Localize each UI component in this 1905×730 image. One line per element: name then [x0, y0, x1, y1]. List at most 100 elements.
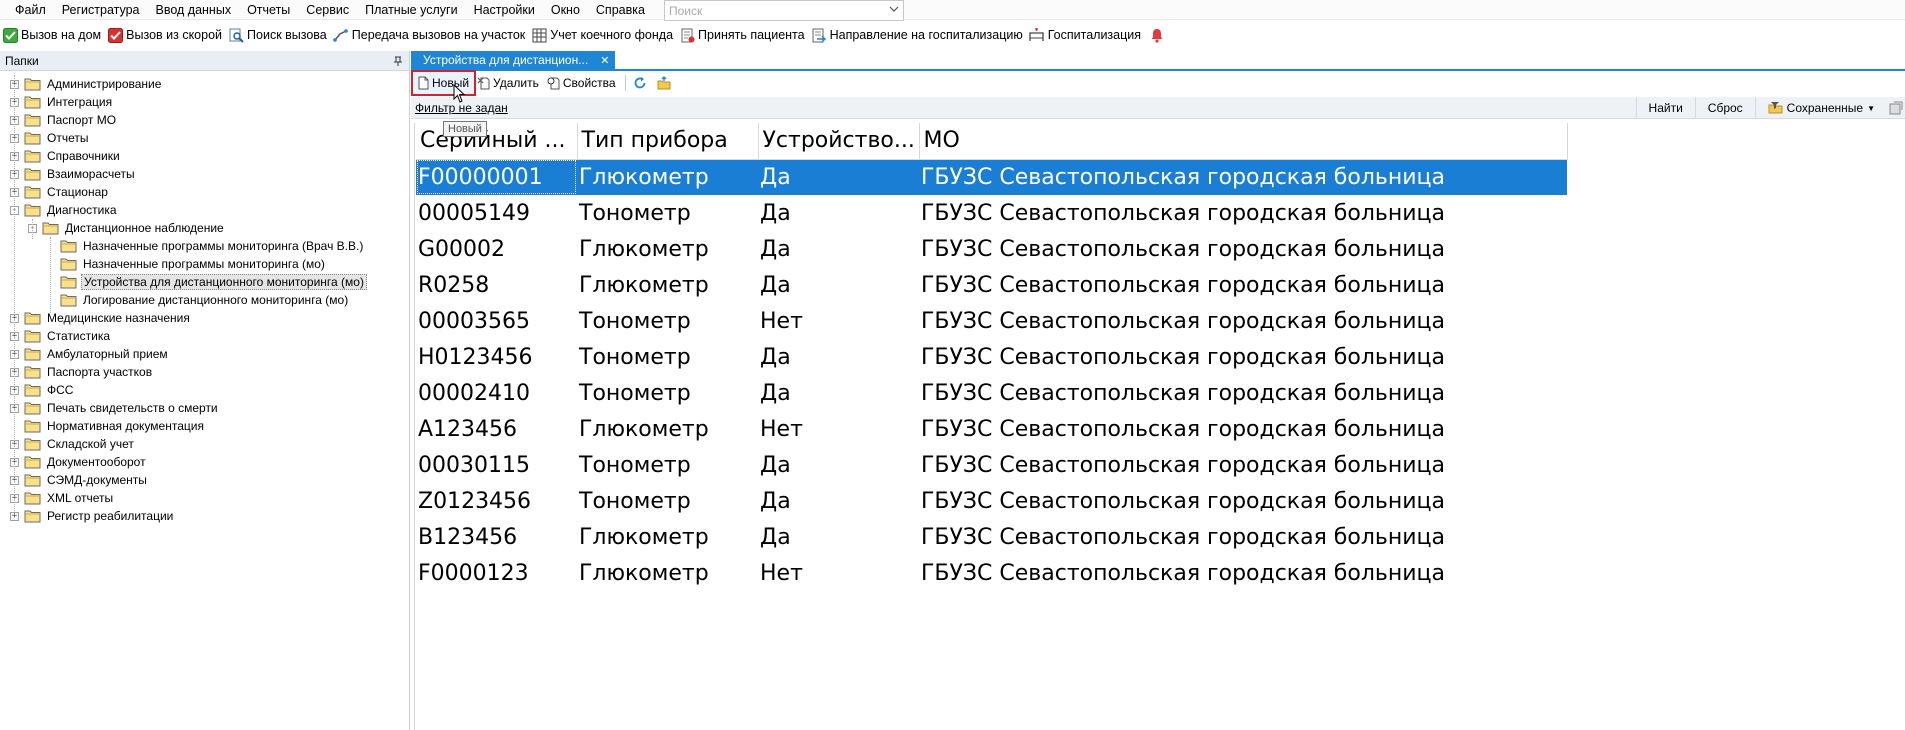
cell-serial[interactable]: A123456: [416, 411, 577, 447]
reset-button[interactable]: Сброс: [1694, 97, 1755, 119]
menu-help[interactable]: Справка: [588, 0, 653, 20]
cell-device-type[interactable]: Глюкометр: [577, 231, 758, 267]
table-row[interactable]: 00005149 Тонометр Да ГБУЗС Севастопольская …: [416, 195, 1567, 231]
cell-mo[interactable]: ГБУЗС Севастопольская городская больница: [919, 195, 1567, 231]
cell-device[interactable]: Да: [758, 483, 919, 519]
refresh-button[interactable]: [630, 72, 654, 94]
bed-fund-button[interactable]: Учет коечного фонда: [529, 24, 677, 46]
cell-device-type[interactable]: Тонометр: [577, 303, 758, 339]
menu-registry[interactable]: Регистратура: [54, 0, 148, 20]
home-call-button[interactable]: Вызов на дом: [0, 24, 105, 46]
cell-serial[interactable]: H0123456: [416, 339, 577, 375]
cell-mo[interactable]: ГБУЗС Севастопольская городская больница: [919, 411, 1567, 447]
cell-device[interactable]: Да: [758, 195, 919, 231]
export-button[interactable]: [654, 72, 678, 94]
cell-device[interactable]: Да: [758, 519, 919, 555]
cell-device-type[interactable]: Тонометр: [577, 375, 758, 411]
search-input[interactable]: [665, 1, 875, 20]
cell-mo[interactable]: ГБУЗС Севастопольская городская больница: [919, 447, 1567, 483]
cell-device[interactable]: Да: [758, 447, 919, 483]
folder-item[interactable]: + XML отчеты: [0, 489, 409, 507]
menu-paid-services[interactable]: Платные услуги: [357, 0, 465, 20]
cell-serial[interactable]: 00002410: [416, 375, 577, 411]
cell-mo[interactable]: ГБУЗС Севастопольская городская больница: [919, 339, 1567, 375]
menu-service[interactable]: Сервис: [298, 0, 357, 20]
cell-mo[interactable]: ГБУЗС Севастопольская городская больница: [919, 267, 1567, 303]
cell-device[interactable]: Да: [758, 159, 919, 195]
table-row[interactable]: R0258 Глюкометр Да ГБУЗС Севастопольская го…: [416, 267, 1567, 303]
folder-item[interactable]: + Отчеты: [0, 129, 409, 147]
cell-serial[interactable]: F0000123: [416, 555, 577, 591]
pin-icon[interactable]: [393, 56, 403, 66]
find-button[interactable]: Найти: [1635, 97, 1695, 119]
ambulance-call-button[interactable]: Вызов из скорой: [105, 24, 226, 46]
cell-device-type[interactable]: Тонометр: [577, 339, 758, 375]
menu-reports[interactable]: Отчеты: [239, 0, 298, 20]
folder-item[interactable]: Назначенные программы мониторинга (мо): [0, 255, 409, 273]
table-row[interactable]: Z0123456 Тонометр Да ГБУЗС Севастопольская …: [416, 483, 1567, 519]
folder-item[interactable]: + Складской учет: [0, 435, 409, 453]
column-header-mo[interactable]: МО: [919, 123, 1568, 160]
table-row[interactable]: 00002410 Тонометр Да ГБУЗС Севастопольская …: [416, 375, 1567, 411]
cell-device-type[interactable]: Глюкометр: [577, 267, 758, 303]
table-row[interactable]: B123456 Глюкометр Да ГБУЗС Севастопольская …: [416, 519, 1567, 555]
folder-item[interactable]: + Регистр реабилитации: [0, 507, 409, 525]
table-row[interactable]: H0123456 Тонометр Да ГБУЗС Севастопольская …: [416, 339, 1567, 375]
chevron-down-icon[interactable]: [889, 4, 899, 14]
cell-serial[interactable]: B123456: [416, 519, 577, 555]
folder-item[interactable]: + Взаиморасчеты: [0, 165, 409, 183]
menu-settings[interactable]: Настройки: [466, 0, 543, 20]
cell-serial[interactable]: 00005149: [416, 195, 577, 231]
table-row[interactable]: F0000123 Глюкометр Нет ГБУЗС Севастопольска…: [416, 555, 1567, 591]
cell-device[interactable]: Да: [758, 339, 919, 375]
cell-mo[interactable]: ГБУЗС Севастопольская городская больница: [919, 483, 1567, 519]
folder-item[interactable]: + Амбулаторный прием: [0, 345, 409, 363]
cell-device-type[interactable]: Тонометр: [577, 447, 758, 483]
folder-item[interactable]: - Дистанционное наблюдение: [0, 219, 409, 237]
cell-device[interactable]: Да: [758, 267, 919, 303]
column-header-device[interactable]: Устройство...: [758, 123, 920, 160]
delete-button[interactable]: Удалить: [474, 72, 544, 94]
folder-item[interactable]: Устройства для дистанционного мониторинг…: [0, 273, 409, 291]
cell-mo[interactable]: ГБУЗС Севастопольская городская больница: [919, 519, 1567, 555]
folder-item[interactable]: + Документооборот: [0, 453, 409, 471]
hospitalization-referral-button[interactable]: Направление на госпитализацию: [809, 24, 1027, 46]
cell-serial[interactable]: Z0123456: [416, 483, 577, 519]
cell-device[interactable]: Да: [758, 231, 919, 267]
cell-mo[interactable]: ГБУЗС Севастопольская городская больница: [919, 159, 1567, 195]
folder-item[interactable]: + Стационар: [0, 183, 409, 201]
cell-mo[interactable]: ГБУЗС Севастопольская городская больница: [919, 231, 1567, 267]
properties-button[interactable]: Свойства: [544, 72, 621, 94]
menu-data-entry[interactable]: Ввод данных: [148, 0, 240, 20]
cell-device[interactable]: Нет: [758, 411, 919, 447]
close-icon[interactable]: ✕: [600, 54, 609, 67]
cell-serial[interactable]: F00000001: [416, 159, 577, 195]
cell-mo[interactable]: ГБУЗС Севастопольская городская больница: [919, 555, 1567, 591]
folder-item[interactable]: + Медицинские назначения: [0, 309, 409, 327]
cell-device-type[interactable]: Глюкометр: [577, 159, 758, 195]
accept-patient-button[interactable]: Принять пациента: [677, 24, 809, 46]
folder-item[interactable]: + СЭМД-документы: [0, 471, 409, 489]
cell-device-type[interactable]: Тонометр: [577, 195, 758, 231]
cell-serial[interactable]: 00030115: [416, 447, 577, 483]
menu-file[interactable]: Файл: [0, 0, 54, 20]
folder-item[interactable]: + Справочники: [0, 147, 409, 165]
cell-serial[interactable]: 00003565: [416, 303, 577, 339]
table-row[interactable]: A123456 Глюкометр Нет ГБУЗС Севастопольская…: [416, 411, 1567, 447]
tab-remote-devices[interactable]: Устройства для дистанцион... ✕: [411, 51, 616, 69]
cell-device[interactable]: Да: [758, 375, 919, 411]
folder-item[interactable]: + Администрирование: [0, 75, 409, 93]
cell-mo[interactable]: ГБУЗС Севастопольская городская больница: [919, 375, 1567, 411]
call-search-button[interactable]: Поиск вызова: [226, 24, 331, 46]
folder-item[interactable]: + Паспорт МО: [0, 111, 409, 129]
notification-bell-icon[interactable]: [1149, 27, 1165, 43]
folder-item[interactable]: + Статистика: [0, 327, 409, 345]
folder-item[interactable]: Логирование дистанционного мониторинга (…: [0, 291, 409, 309]
folder-item[interactable]: + Интеграция: [0, 93, 409, 111]
column-header-device-type[interactable]: Тип прибора: [577, 123, 759, 160]
cell-device-type[interactable]: Глюкометр: [577, 555, 758, 591]
saved-filters-dropdown[interactable]: Сохраненные ▼: [1754, 97, 1887, 119]
cell-device-type[interactable]: Тонометр: [577, 483, 758, 519]
search-box[interactable]: [664, 0, 904, 21]
menu-window[interactable]: Окно: [543, 0, 588, 20]
